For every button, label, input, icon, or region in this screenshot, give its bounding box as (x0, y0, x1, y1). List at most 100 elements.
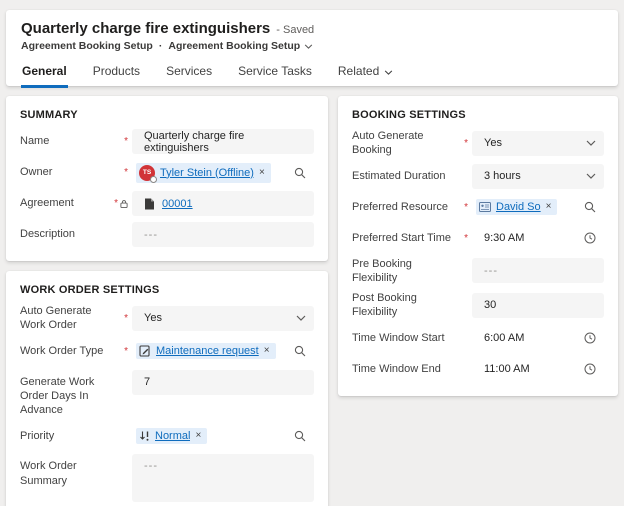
pre-booking-flexibility-label: Pre Booking Flexibility (352, 257, 456, 286)
chevron-down-icon (304, 44, 313, 49)
lock-icon (120, 199, 128, 209)
work-order-type-record-pill[interactable]: Maintenance request × (136, 343, 276, 359)
field-row-estimated-duration: Estimated Duration 3 hours (352, 164, 604, 189)
priority-lookup-field[interactable]: Normal × (132, 423, 314, 448)
resource-card-icon (479, 202, 491, 212)
tab-service-tasks[interactable]: Service Tasks (237, 61, 313, 88)
save-status: - Saved (276, 24, 314, 36)
search-icon[interactable] (294, 430, 306, 442)
required-marker: * (116, 136, 132, 147)
field-row-name: Name * Quarterly charge fire extinguishe… (20, 129, 314, 154)
tab-services[interactable]: Services (165, 61, 213, 88)
search-icon[interactable] (294, 167, 306, 179)
generate-days-input[interactable]: 7 (132, 370, 314, 395)
field-row-generate-days: Generate Work Order Days In Advance 7 (20, 370, 314, 418)
estimated-duration-label: Estimated Duration (352, 169, 456, 183)
name-label: Name (20, 134, 116, 148)
booking-settings-title: BOOKING SETTINGS (352, 109, 604, 121)
remove-preferred-resource-icon[interactable]: × (546, 202, 552, 212)
name-input[interactable]: Quarterly charge fire extinguishers (132, 129, 314, 154)
field-row-post-booking-flexibility: Post Booking Flexibility 30 (352, 291, 604, 320)
tab-general[interactable]: General (21, 61, 68, 88)
clock-icon[interactable] (584, 332, 596, 344)
work-order-summary-textarea[interactable]: --- (132, 454, 314, 502)
preferred-start-time-input[interactable]: 9:30 AM (472, 226, 604, 251)
field-row-preferred-start-time: Preferred Start Time * 9:30 AM (352, 226, 604, 251)
required-marker: * (456, 233, 472, 244)
summary-section-title: SUMMARY (20, 109, 314, 121)
chevron-down-icon (586, 173, 596, 179)
required-marker: * (456, 138, 472, 149)
preferred-resource-record-link[interactable]: David So (496, 201, 541, 213)
owner-record-pill[interactable]: TS Tyler Stein (Offline) × (136, 163, 271, 183)
agreement-record-icon (144, 198, 155, 210)
offline-presence-icon (150, 176, 157, 183)
form-selector[interactable]: Agreement Booking Setup (168, 40, 313, 52)
search-icon[interactable] (584, 201, 596, 213)
preferred-resource-lookup-field[interactable]: David So × (472, 195, 604, 220)
agreement-label: Agreement (20, 196, 116, 210)
required-lock-marker: * (116, 198, 132, 209)
remove-priority-icon[interactable]: × (195, 431, 201, 441)
auto-generate-work-order-dropdown[interactable]: Yes (132, 306, 314, 331)
title-row: Quarterly charge fire extinguishers - Sa… (21, 20, 603, 37)
required-marker: * (116, 313, 132, 324)
field-row-priority: Priority Normal × (20, 423, 314, 448)
description-label: Description (20, 227, 116, 241)
time-window-start-input[interactable]: 6:00 AM (472, 326, 604, 351)
agreement-record-link[interactable]: 00001 (162, 198, 193, 210)
search-icon[interactable] (294, 345, 306, 357)
booking-settings-section: BOOKING SETTINGS Auto Generate Booking *… (338, 96, 618, 396)
breadcrumb: Agreement Booking Setup · Agreement Book… (21, 40, 603, 52)
priority-record-link[interactable]: Normal (155, 430, 190, 442)
auto-generate-booking-dropdown[interactable]: Yes (472, 131, 604, 156)
form-selector-label: Agreement Booking Setup (168, 40, 300, 52)
field-row-auto-generate-booking: Auto Generate Booking * Yes (352, 129, 604, 158)
remove-work-order-type-icon[interactable]: × (264, 346, 270, 356)
field-row-owner: Owner * TS Tyler Stein (Offline) × (20, 160, 314, 185)
field-row-description: Description --- (20, 222, 314, 247)
field-row-pre-booking-flexibility: Pre Booking Flexibility --- (352, 257, 604, 286)
tab-products[interactable]: Products (92, 61, 141, 88)
work-order-summary-label: Work Order Summary (20, 454, 116, 488)
entity-type-label: Agreement Booking Setup (21, 40, 153, 52)
clock-icon[interactable] (584, 232, 596, 244)
field-row-time-window-end: Time Window End 11:00 AM (352, 357, 604, 382)
form-header: Quarterly charge fire extinguishers - Sa… (6, 10, 618, 86)
work-order-settings-section: WORK ORDER SETTINGS Auto Generate Work O… (6, 271, 328, 506)
field-row-preferred-resource: Preferred Resource * David So × (352, 195, 604, 220)
preferred-resource-label: Preferred Resource (352, 200, 456, 214)
owner-lookup-field[interactable]: TS Tyler Stein (Offline) × (132, 160, 314, 185)
description-input[interactable]: --- (132, 222, 314, 247)
pre-booking-flexibility-input[interactable]: --- (472, 258, 604, 283)
required-marker: * (116, 346, 132, 357)
remove-owner-icon[interactable]: × (259, 168, 265, 178)
work-order-settings-title: WORK ORDER SETTINGS (20, 284, 314, 296)
chevron-down-icon (384, 70, 393, 75)
work-order-type-lookup-field[interactable]: Maintenance request × (132, 339, 314, 364)
chevron-down-icon (296, 315, 306, 321)
priority-record-pill[interactable]: Normal × (136, 428, 207, 444)
priority-label: Priority (20, 429, 116, 443)
clock-icon[interactable] (584, 363, 596, 375)
required-marker: * (456, 202, 472, 213)
preferred-start-time-label: Preferred Start Time (352, 231, 456, 245)
post-booking-flexibility-label: Post Booking Flexibility (352, 291, 456, 320)
field-row-time-window-start: Time Window Start 6:00 AM (352, 326, 604, 351)
owner-record-link[interactable]: Tyler Stein (Offline) (160, 167, 254, 179)
work-order-type-record-icon (139, 345, 151, 357)
field-row-agreement: Agreement * 00001 (20, 191, 314, 216)
post-booking-flexibility-input[interactable]: 30 (472, 293, 604, 318)
time-window-end-input[interactable]: 11:00 AM (472, 357, 604, 382)
preferred-resource-record-pill[interactable]: David So × (476, 199, 557, 215)
agreement-field[interactable]: 00001 (132, 191, 314, 216)
chevron-down-icon (586, 140, 596, 146)
work-order-type-label: Work Order Type (20, 344, 116, 358)
summary-section: SUMMARY Name * Quarterly charge fire ext… (6, 96, 328, 261)
field-row-auto-generate-work-order: Auto Generate Work Order * Yes (20, 304, 314, 333)
tab-related[interactable]: Related (337, 61, 394, 88)
estimated-duration-dropdown[interactable]: 3 hours (472, 164, 604, 189)
work-order-type-record-link[interactable]: Maintenance request (156, 345, 259, 357)
time-window-start-label: Time Window Start (352, 331, 456, 345)
tab-bar: General Products Services Service Tasks … (21, 61, 603, 88)
